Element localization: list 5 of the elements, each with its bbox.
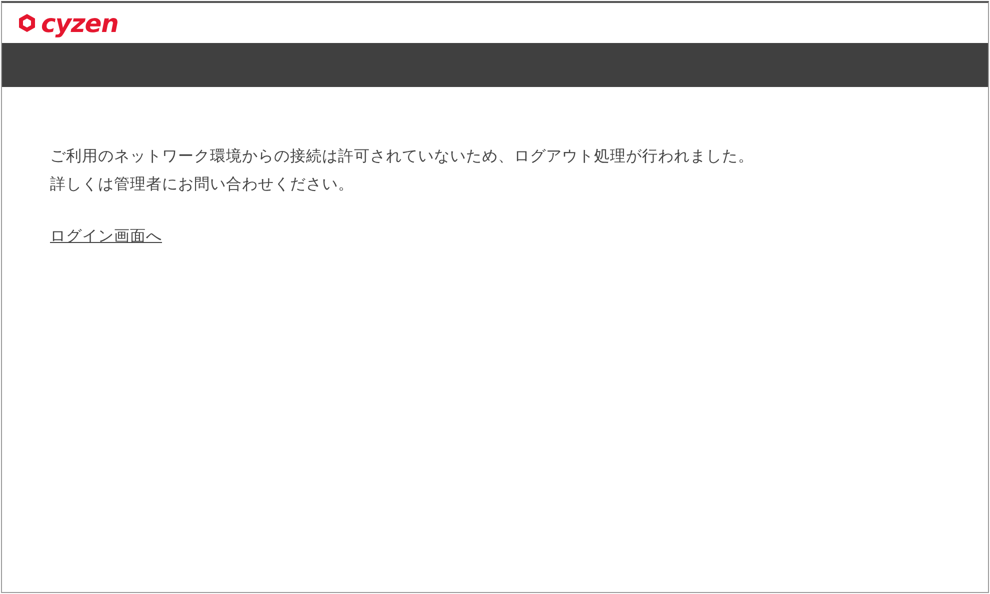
login-link[interactable]: ログイン画面へ bbox=[50, 227, 162, 245]
logo-text: cyzen bbox=[41, 10, 118, 36]
hexagon-logo-icon bbox=[18, 13, 36, 33]
message-text: ご利用のネットワーク環境からの接続は許可されていないため、ログアウト処理が行われました。 bbox=[50, 146, 755, 167]
message-text: 詳しくは管理者にお問い合わせください。 bbox=[50, 174, 355, 195]
